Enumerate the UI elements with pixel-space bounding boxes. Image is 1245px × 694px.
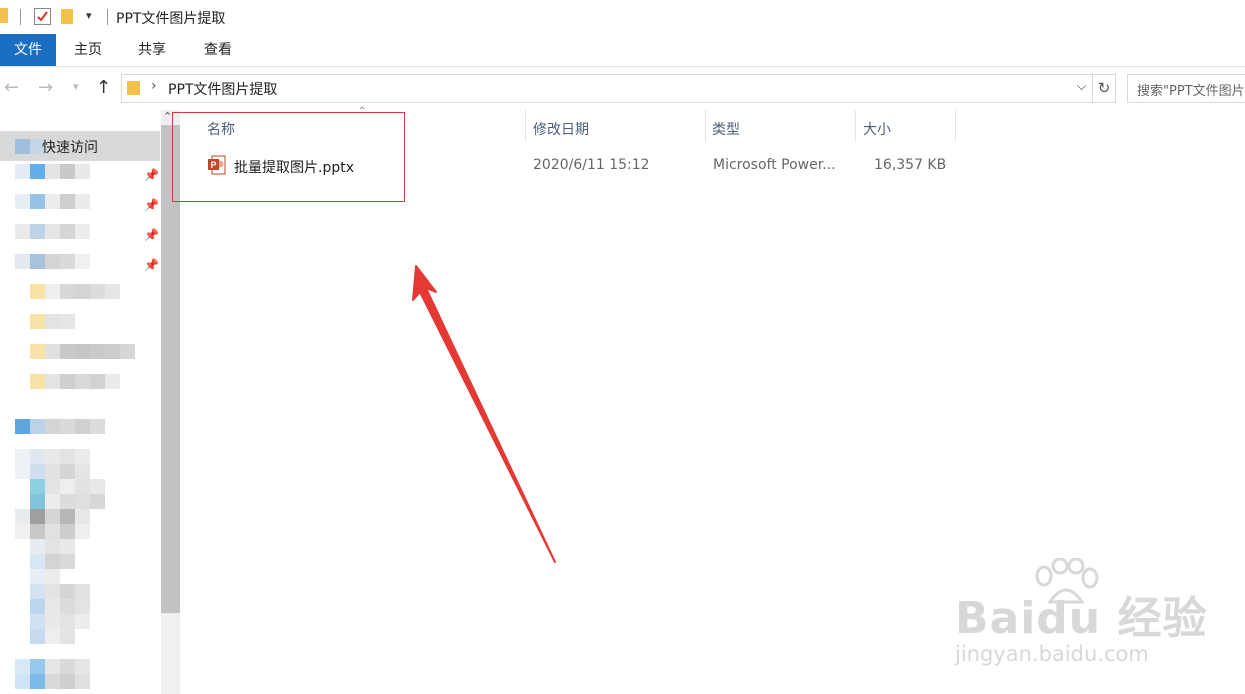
watermark-url: jingyan.baidu.com: [955, 642, 1149, 666]
watermark-brand: Baidu 经验: [955, 593, 1208, 644]
